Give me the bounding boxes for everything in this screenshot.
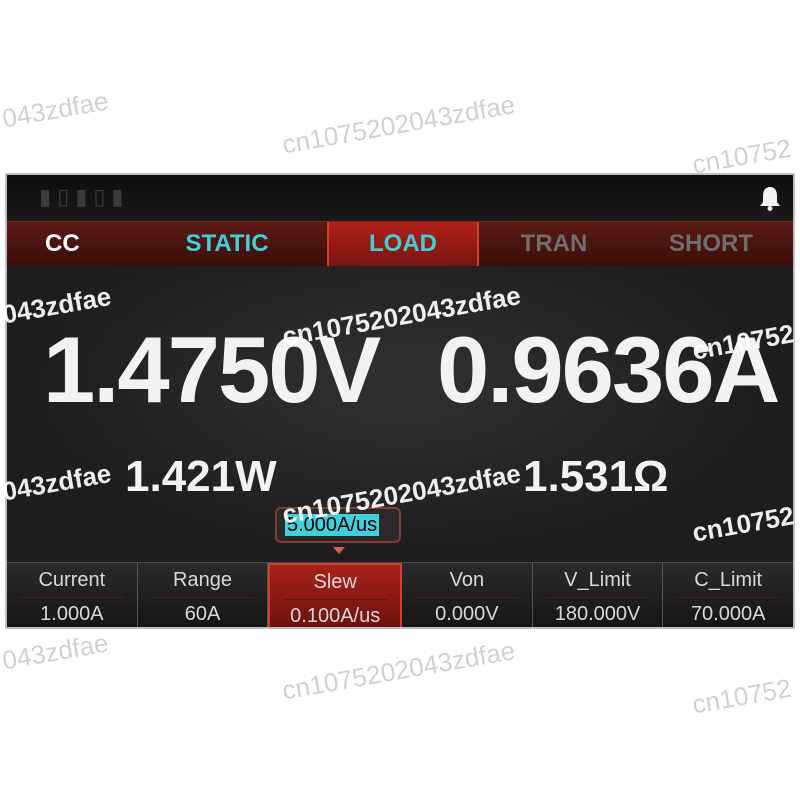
mode-tabs: CC STATIC LOAD TRAN SHORT	[7, 221, 793, 267]
param-value: 60A	[184, 603, 221, 625]
watermark: cn1075202043zdfae	[280, 89, 518, 160]
param-label: Current	[38, 569, 106, 591]
voltage-reading: 1.4750V	[43, 317, 381, 422]
bell-icon[interactable]	[759, 185, 781, 211]
pointer-arrow-icon	[333, 547, 345, 554]
param-label: Von	[449, 569, 485, 591]
tab-static[interactable]: STATIC	[127, 222, 327, 266]
tab-load[interactable]: LOAD	[327, 222, 479, 266]
param-c-limit[interactable]: C_Limit 70.000A	[663, 563, 793, 627]
param-slew[interactable]: Slew 0.100A/us	[268, 563, 403, 627]
status-icons: ▮▯▮▯▮	[39, 185, 130, 210]
param-label: Slew	[313, 571, 357, 593]
power-reading: 1.421W	[125, 452, 277, 501]
load-screen: ▮▯▮▯▮ CC STATIC LOAD TRAN SHORT 1.4750V …	[5, 173, 795, 629]
param-label: V_Limit	[564, 569, 631, 591]
param-v-limit[interactable]: V_Limit 180.000V	[532, 563, 664, 627]
param-value: 0.100A/us	[290, 605, 381, 627]
watermark: cn10752	[690, 672, 794, 720]
tab-short[interactable]: SHORT	[629, 222, 793, 266]
parameter-bar: Current 1.000A Range 60A Slew 0.100A/us …	[7, 562, 793, 627]
measurement-panel: 1.4750V 0.9636A 1.421W 1.531Ω 5.000A/us	[7, 266, 793, 562]
param-value: 0.000V	[435, 603, 499, 625]
param-value: 70.000A	[690, 603, 766, 625]
param-range[interactable]: Range 60A	[137, 563, 269, 627]
param-value: 180.000V	[554, 603, 641, 625]
tab-tran[interactable]: TRAN	[479, 222, 629, 266]
param-current[interactable]: Current 1.000A	[7, 563, 138, 627]
watermark: 043zdfae	[0, 627, 111, 676]
tab-cc[interactable]: CC	[7, 222, 127, 266]
resistance-reading: 1.531Ω	[523, 452, 669, 501]
param-label: C_Limit	[694, 569, 763, 591]
status-bar: ▮▯▮▯▮	[7, 175, 793, 221]
param-label: Range	[173, 569, 232, 591]
param-value: 1.000A	[40, 603, 104, 625]
watermark: 043zdfae	[0, 85, 111, 134]
slew-edit-field[interactable]: 5.000A/us	[275, 507, 401, 543]
current-reading: 0.9636A	[437, 317, 780, 422]
param-von[interactable]: Von 0.000V	[402, 563, 533, 627]
watermark: cn1075202043zdfae	[280, 635, 518, 706]
slew-edit-value: 5.000A/us	[285, 514, 380, 536]
